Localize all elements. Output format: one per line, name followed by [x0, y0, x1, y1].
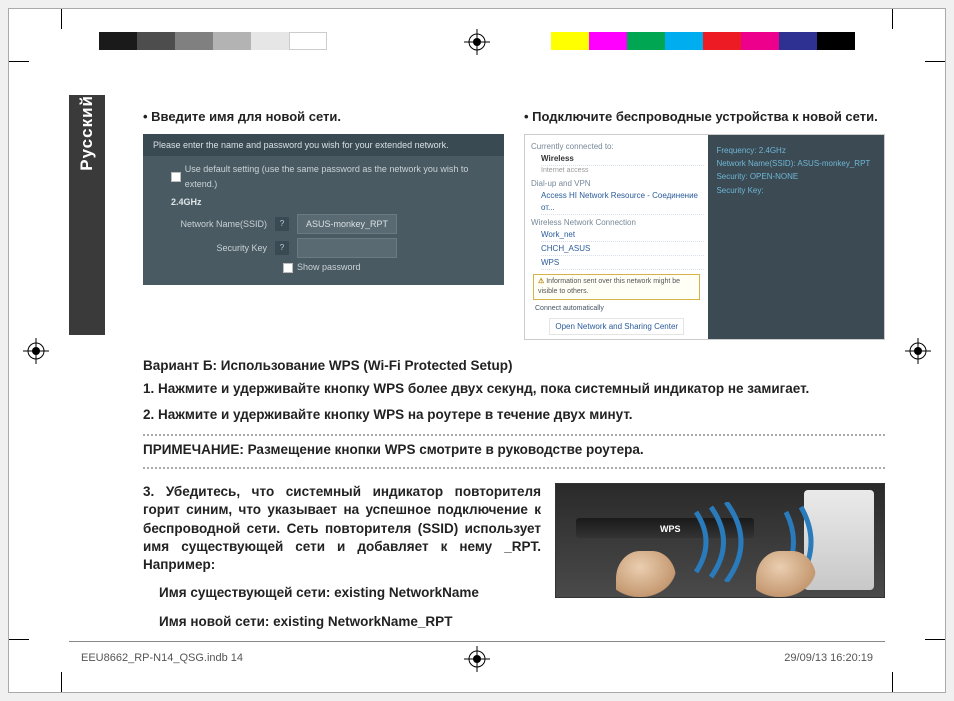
signal-waves-icon	[686, 502, 756, 582]
section-a-title: Введите имя для новой сети.	[143, 109, 504, 124]
wifi-flyout: Currently connected to: Wireless Interne…	[524, 134, 885, 340]
show-password-label: Show password	[297, 260, 361, 274]
step-3-main: 3. Убедитесь, что системный индикатор по…	[143, 483, 541, 574]
crop-mark	[892, 672, 893, 692]
content-area: Введите имя для новой сети. Please enter…	[143, 109, 885, 631]
footer-date: 29/09/13 16:20:19	[784, 652, 873, 664]
note-text: ПРИМЕЧАНИЕ: Размещение кнопки WPS смотри…	[143, 442, 885, 457]
info-icon[interactable]: ?	[275, 241, 289, 255]
footer-divider	[69, 641, 885, 642]
currently-connected-label: Currently connected to:	[531, 141, 704, 152]
setup-dialog: Please enter the name and password you w…	[143, 134, 504, 285]
footer: EEU8662_RP-N14_QSG.indb 14 29/09/13 16:2…	[81, 652, 873, 664]
wifi-wireless: Wireless	[541, 152, 704, 166]
registration-mark-icon	[464, 29, 490, 55]
crop-mark	[925, 61, 945, 62]
freq-tag: 2.4GHz	[171, 195, 494, 209]
crop-mark	[925, 639, 945, 640]
page: Русский Введите имя для новой сети. Plea…	[8, 8, 946, 693]
hand-icon	[756, 551, 816, 597]
divider	[143, 434, 885, 436]
language-label: Русский	[77, 95, 97, 185]
footer-file: EEU8662_RP-N14_QSG.indb 14	[81, 652, 243, 664]
step-3-new: Имя новой сети: existing NetworkName_RPT	[143, 613, 541, 631]
registration-mark-icon	[23, 338, 49, 364]
divider	[143, 467, 885, 469]
language-tab: Русский	[69, 95, 105, 335]
section-b-title: Подключите беспроводные устройства к нов…	[524, 109, 885, 124]
open-network-center-link[interactable]: Open Network and Sharing Center	[549, 318, 684, 335]
wifi-details-panel: Frequency: 2.4GHz Network Name(SSID): AS…	[708, 135, 884, 339]
crop-mark	[9, 61, 29, 62]
step-3-block: 3. Убедитесь, что системный индикатор по…	[143, 483, 541, 631]
wifi-item[interactable]: CHCH_ASUS	[541, 242, 704, 256]
info-icon[interactable]: ?	[275, 217, 289, 231]
ssid-input[interactable]: ASUS-monkey_RPT	[297, 214, 397, 234]
detail-frequency: Frequency: 2.4GHz	[716, 145, 876, 156]
connect-auto-label: Connect automatically	[535, 305, 604, 312]
option-b-title: Вариант Б: Использование WPS (Wi-Fi Prot…	[143, 358, 885, 373]
crop-mark	[892, 9, 893, 29]
crop-mark	[61, 9, 62, 29]
section-connect-devices: Подключите беспроводные устройства к нов…	[524, 109, 885, 340]
crop-mark	[61, 672, 62, 692]
internet-access-label: Internet access	[541, 166, 704, 176]
step-3-existing: Имя существующей сети: existing NetworkN…	[143, 584, 541, 602]
show-password-checkbox[interactable]	[283, 263, 293, 273]
seckey-input[interactable]	[297, 238, 397, 258]
detail-seckey: Security Key:	[716, 185, 876, 196]
security-warning: ⚠ Information sent over this network mig…	[533, 274, 700, 300]
registration-mark-icon	[905, 338, 931, 364]
detail-security: Security: OPEN-NONE	[716, 171, 876, 182]
dialog-header: Please enter the name and password you w…	[143, 134, 504, 156]
ssid-label: Network Name(SSID)	[171, 217, 267, 231]
detail-ssid: Network Name(SSID): ASUS-monkey_RPT	[716, 158, 876, 169]
use-default-label: Use default setting (use the same passwo…	[185, 162, 494, 191]
step-1: 1. Нажмите и удерживайте кнопку WPS боле…	[143, 379, 885, 399]
hand-icon	[616, 551, 676, 597]
wifi-item[interactable]: Work_net	[541, 228, 704, 242]
seckey-label: Security Key	[171, 241, 267, 255]
grayscale-bar	[99, 32, 327, 50]
section-enter-name: Введите имя для новой сети. Please enter…	[143, 109, 504, 340]
wps-label: WPS	[660, 524, 681, 534]
use-default-checkbox[interactable]	[171, 172, 181, 182]
wifi-list-panel: Currently connected to: Wireless Interne…	[525, 135, 708, 339]
color-bar	[551, 32, 855, 50]
wnc-label: Wireless Network Connection	[531, 217, 704, 228]
wps-illustration: WPS	[555, 483, 885, 598]
step-2: 2. Нажмите и удерживайте кнопку WPS на р…	[143, 405, 885, 425]
wifi-item[interactable]: WPS	[541, 256, 704, 270]
crop-mark	[9, 639, 29, 640]
wifi-item[interactable]: Access HI Network Resource - Соединение …	[541, 189, 704, 214]
dialup-label: Dial-up and VPN	[531, 178, 704, 189]
